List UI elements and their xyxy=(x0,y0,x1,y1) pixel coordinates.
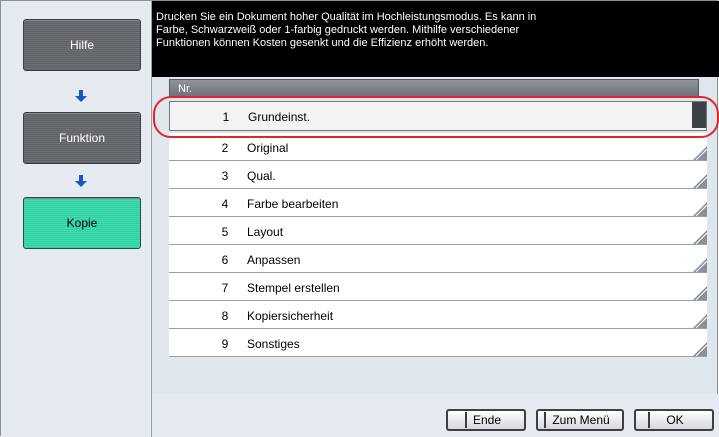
item-number: 8 xyxy=(221,309,229,323)
corner-triangle-icon xyxy=(693,258,707,272)
item-label: Kopiersicherheit xyxy=(247,309,334,323)
message-line-3: Funktionen können Kosten gesenkt und die… xyxy=(156,37,489,49)
list-item[interactable]: 7 Stempel erstellen xyxy=(169,273,707,301)
list-header-label: Nr. xyxy=(178,83,193,95)
item-label: Farbe bearbeiten xyxy=(247,197,339,211)
list-item[interactable]: 8 Kopiersicherheit xyxy=(169,301,707,329)
corner-triangle-icon xyxy=(693,230,707,244)
list-item[interactable]: 6 Anpassen xyxy=(169,245,707,273)
menu-label: Zum Menü xyxy=(544,412,615,428)
arrow-down-icon xyxy=(74,89,88,103)
end-button[interactable]: Ende xyxy=(446,409,526,431)
item-label: Layout xyxy=(247,225,284,239)
end-label: Ende xyxy=(464,412,507,428)
copy-button[interactable]: Kopie xyxy=(23,197,141,249)
arrow-down-icon xyxy=(74,174,88,188)
message-line-2: Farbe, Schwarzweiß oder 1-farbig gedruck… xyxy=(156,24,520,36)
ok-label: OK xyxy=(648,412,699,428)
list-item[interactable]: 5 Layout xyxy=(169,217,707,245)
help-label: Hilfe xyxy=(69,38,94,52)
item-label: Qual. xyxy=(247,169,276,183)
item-number: 5 xyxy=(221,225,229,239)
item-number: 2 xyxy=(221,141,229,155)
info-message: Drucken Sie ein Dokument hoher Qualität … xyxy=(152,1,719,77)
help-button[interactable]: Hilfe xyxy=(23,19,141,71)
item-number: 6 xyxy=(221,253,229,267)
copy-label: Kopie xyxy=(66,216,98,230)
corner-triangle-icon xyxy=(693,174,707,188)
item-number: 7 xyxy=(221,281,229,295)
function-button[interactable]: Funktion xyxy=(23,112,141,164)
corner-triangle-icon xyxy=(693,286,707,300)
ok-button[interactable]: OK xyxy=(634,409,714,431)
item-label: Stempel erstellen xyxy=(247,281,340,295)
corner-triangle-icon xyxy=(693,342,707,356)
corner-triangle-icon xyxy=(693,202,707,216)
item-label: Anpassen xyxy=(247,253,301,267)
menu-button[interactable]: Zum Menü xyxy=(536,409,624,431)
item-number: 9 xyxy=(221,337,229,351)
item-label: Original xyxy=(247,141,289,155)
item-number: 3 xyxy=(221,169,229,183)
list-item[interactable]: 9 Sonstiges xyxy=(169,329,707,357)
list-item[interactable]: 4 Farbe bearbeiten xyxy=(169,189,707,217)
selection-highlight xyxy=(153,96,719,138)
list-header: Nr. xyxy=(169,79,699,97)
item-number: 4 xyxy=(221,197,229,211)
item-label: Sonstiges xyxy=(247,337,300,351)
list-item[interactable]: 3 Qual. xyxy=(169,161,707,189)
corner-triangle-icon xyxy=(693,314,707,328)
corner-triangle-icon xyxy=(693,146,707,160)
function-label: Funktion xyxy=(58,131,106,145)
message-line-1: Drucken Sie ein Dokument hoher Qualität … xyxy=(156,11,537,23)
left-panel: Hilfe Funktion Kopie xyxy=(1,1,152,437)
screen: Hilfe Funktion Kopie Drucken Sie ein Dok… xyxy=(0,0,719,437)
